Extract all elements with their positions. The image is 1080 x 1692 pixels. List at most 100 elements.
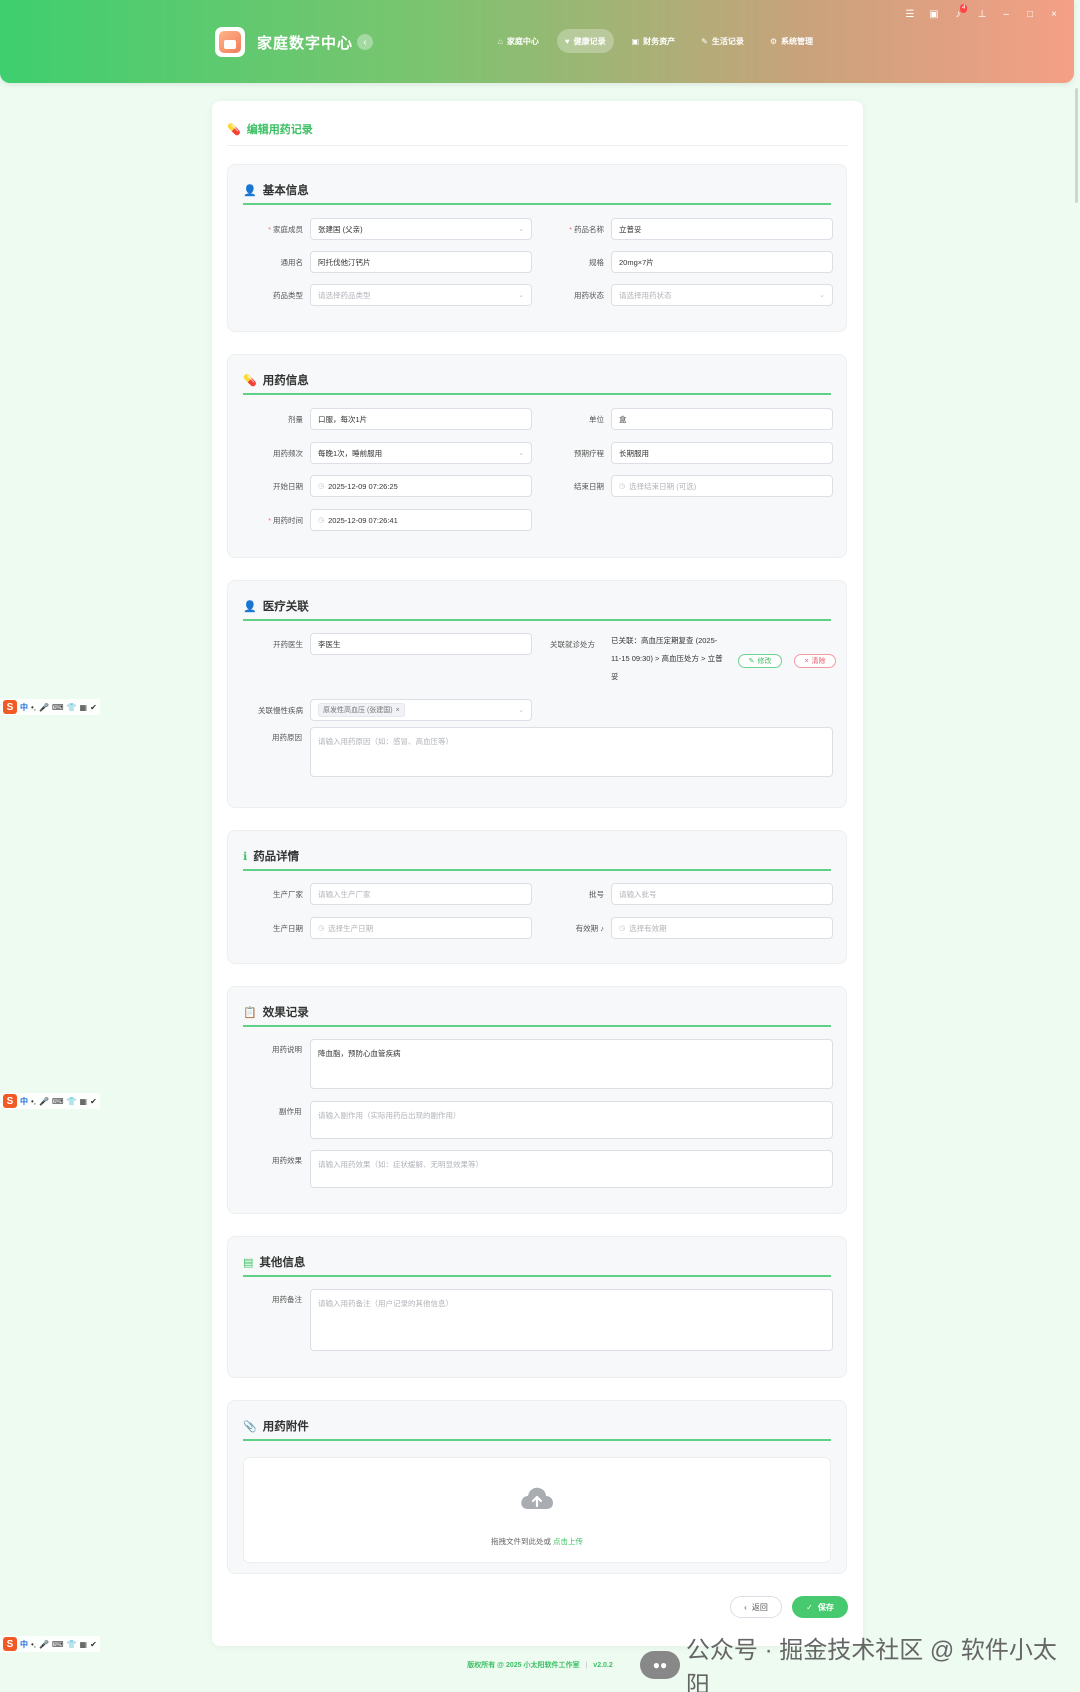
generic-name-input[interactable]: 阿托伐他汀钙片 — [310, 251, 532, 273]
ime-lang: 中 — [20, 1639, 28, 1649]
maximize-icon[interactable]: □ — [1024, 9, 1036, 20]
copyright-text: 版权所有 @ 2025 小太阳软件工作室 — [467, 1662, 580, 1669]
toolbox-icon: ✔ — [90, 1096, 97, 1106]
app-logo — [215, 27, 245, 57]
result-textarea[interactable]: 请输入用药效果（如：症状缓解、无明显效果等） — [310, 1150, 833, 1188]
batch-input[interactable]: 请输入批号 — [611, 883, 833, 905]
version-text: v2.0.2 — [593, 1662, 613, 1669]
minimize-icon[interactable]: – — [1000, 9, 1012, 20]
bell-icon[interactable]: ♪ 4 — [952, 4, 968, 20]
mfg-date-picker[interactable]: ◷ 选择生产日期 — [310, 917, 532, 939]
sliders-icon[interactable]: ☰ — [904, 9, 916, 20]
note-textarea[interactable]: 请输入用药备注（用户记录的其他信息） — [310, 1289, 833, 1351]
toolbox-icon: ✔ — [90, 702, 97, 712]
user-icon: 👤 — [243, 184, 257, 197]
batch-label: 批号 — [589, 890, 604, 899]
edit-link-button[interactable]: ✎ 修改 — [738, 654, 782, 668]
maker-label: 生产厂家 — [273, 890, 303, 899]
watermark: ●● 公众号 · 掘金技术社区 @ 软件小太阳 — [640, 1630, 1080, 1692]
spec-input[interactable]: 20mg×7片 — [611, 251, 833, 273]
back-button[interactable]: ‹ 返回 — [730, 1596, 782, 1618]
punctuation-icon: •, — [31, 702, 37, 712]
unit-input[interactable]: 盒 — [611, 408, 833, 430]
pin-icon[interactable]: ⊥ — [976, 9, 988, 20]
chronic-select[interactable]: 原发性高血压 (张建国) × ⌄ — [310, 699, 532, 721]
ime-toolbar[interactable]: S 中 •, 🎤 ⌨ 👕 ▦ ✔ — [0, 1093, 100, 1109]
start-date-label: 开始日期 — [273, 482, 303, 491]
end-date-field: 结束日期 ◷ 选择结束日期 (可选) — [574, 475, 833, 497]
upload-hint: 拖拽文件到此处或 点击上传 — [490, 1537, 584, 1546]
maker-field: 生产厂家 请输入生产厂家 — [273, 883, 532, 905]
med-time-picker[interactable]: ◷ 2025-12-09 07:26:41 — [310, 509, 532, 531]
reason-label: 用药原因 — [272, 733, 302, 742]
mic-icon: 🎤 — [39, 702, 49, 712]
member-label: * 家庭成员 — [268, 225, 303, 234]
scrollbar[interactable] — [1075, 88, 1079, 1668]
grid-icon: ▦ — [79, 1639, 88, 1649]
end-date-picker[interactable]: ◷ 选择结束日期 (可选) — [611, 475, 833, 497]
chevron-down-icon: ⌄ — [518, 450, 524, 457]
unit-label: 单位 — [589, 415, 604, 424]
expiry-picker[interactable]: ◷ 选择有效期 — [611, 917, 833, 939]
linked-visit-line: 妥 — [611, 672, 619, 681]
save-button[interactable]: ✓ 保存 — [792, 1596, 848, 1618]
check-icon: ✓ — [806, 1602, 813, 1612]
status-select[interactable]: 请选择用药状态 ⌄ — [611, 284, 833, 306]
med-time-field: * 用药时间 ◷ 2025-12-09 07:26:41 — [268, 509, 532, 531]
chevron-left-icon: ‹ — [363, 36, 367, 48]
section-header: ℹ 药品详情 — [243, 843, 831, 871]
start-date-picker[interactable]: ◷ 2025-12-09 07:26:25 — [310, 475, 532, 497]
family-logo-icon — [219, 31, 241, 53]
chevron-left-icon: ‹ — [744, 1602, 747, 1612]
close-icon[interactable]: × — [1048, 9, 1060, 20]
side-effect-textarea[interactable]: 请输入副作用（实际用药后出现的副作用） — [310, 1101, 833, 1139]
section-effect-record: 📋 效果记录 用药说明 降血脂，预防心血管疾病 副作用 请输入副作用（实际用药后… — [227, 986, 847, 1214]
tag-close-icon[interactable]: × — [396, 707, 400, 714]
ime-toolbar[interactable]: S 中 •, 🎤 ⌨ 👕 ▦ ✔ — [0, 699, 100, 715]
keyboard-icon: ⌨ — [52, 702, 64, 712]
watermark-text: 公众号 · 掘金技术社区 @ 软件小太阳 — [685, 1637, 1057, 1692]
upload-link[interactable]: 点击上传 — [553, 1537, 583, 1546]
ime-toolbar[interactable]: S 中 •, 🎤 ⌨ 👕 ▦ ✔ — [0, 1636, 100, 1652]
punctuation-icon: •, — [31, 1096, 37, 1106]
pills-icon: 💊 — [227, 123, 241, 136]
member-select[interactable]: 张建国 (父亲) ⌄ — [310, 218, 532, 240]
keyboard-icon: ⌨ — [52, 1639, 64, 1649]
frequency-field: 用药频次 每晚1次，睡前服用 ⌄ — [273, 442, 532, 464]
spec-label: 规格 — [589, 258, 604, 267]
maker-input[interactable]: 请输入生产厂家 — [310, 883, 532, 905]
doctor-label: 开药医生 — [273, 640, 303, 649]
wallet-icon: ▣ — [631, 36, 640, 46]
scrollbar-thumb[interactable] — [1075, 88, 1078, 203]
linked-visit-line: 已关联：高血压定期复查 (2025- — [611, 636, 718, 645]
nav-item-system[interactable]: ⚙ 系统管理 — [762, 29, 821, 53]
nav-item-home[interactable]: ⌂ 家庭中心 — [490, 29, 547, 53]
frequency-select[interactable]: 每晚1次，睡前服用 ⌄ — [310, 442, 532, 464]
edit-medication-page: 💊 编辑用药记录 👤 基本信息 * 家庭成员 张建国 (父亲) ⌄ * 药品名称 立普… — [212, 101, 863, 1646]
course-input[interactable]: 长期服用 — [611, 442, 833, 464]
drug-name-input[interactable]: 立普妥 — [611, 218, 833, 240]
home-icon: ⌂ — [498, 36, 503, 46]
mfg-date-field: 生产日期 ◷ 选择生产日期 — [273, 917, 532, 939]
doctor-input[interactable]: 李医生 — [310, 633, 532, 655]
bell-icon: ♪ — [600, 924, 604, 933]
ime-lang: 中 — [20, 1096, 28, 1106]
nav-item-finance[interactable]: ▣ 财务资产 — [624, 29, 684, 53]
drug-type-select[interactable]: 请选择药品类型 ⌄ — [310, 284, 532, 306]
dosage-input[interactable]: 口服，每次1片 — [310, 408, 532, 430]
paperclip-icon: 📎 — [243, 1420, 257, 1433]
section-drug-details: ℹ 药品详情 生产厂家 请输入生产厂家 批号 请输入批号 生产日期 ◷ 选择生产日… — [227, 830, 847, 964]
note-icon: ▤ — [243, 1256, 254, 1269]
lock-icon[interactable]: ▣ — [928, 9, 940, 20]
collapse-sidebar-button[interactable]: ‹ — [357, 34, 373, 50]
section-header: 💊 用药信息 — [243, 367, 831, 395]
desc-textarea[interactable]: 降血脂，预防心血管疾病 — [310, 1039, 833, 1089]
section-title: 用药附件 — [262, 1421, 309, 1433]
upload-dropzone[interactable]: 拖拽文件到此处或 点击上传 — [243, 1457, 831, 1563]
reason-textarea[interactable]: 请输入用药原因（如：感冒、高血压等） — [310, 727, 833, 777]
nav-item-life[interactable]: ✎ 生活记录 — [693, 29, 752, 53]
clear-link-button[interactable]: × 清除 — [794, 654, 836, 668]
nav-item-health[interactable]: ♥ 健康记录 — [556, 29, 614, 53]
skin-icon: 👕 — [66, 1639, 77, 1649]
status-field: 用药状态 请选择用药状态 ⌄ — [574, 284, 833, 306]
